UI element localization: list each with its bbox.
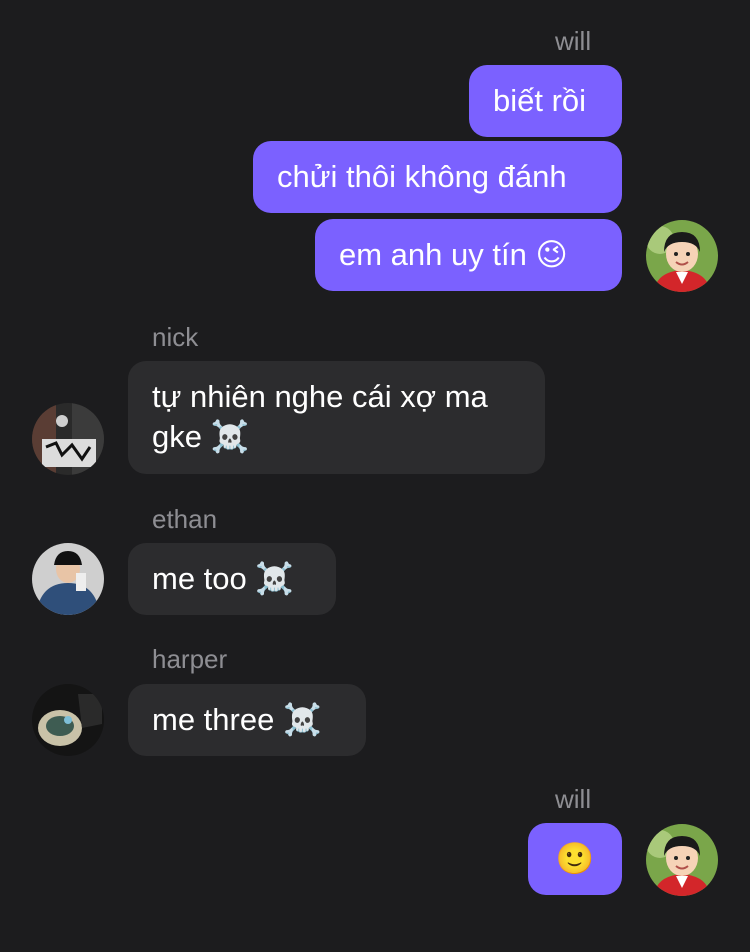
smile-emoji-icon: 🙂 (555, 841, 595, 877)
avatar-will[interactable] (646, 220, 718, 292)
skull-emoji-icon: ☠️ (210, 419, 250, 455)
sender-name-will: will (555, 784, 592, 814)
avatar-harper[interactable] (32, 684, 104, 756)
message-text: me three (152, 702, 275, 737)
child-photo-avatar-icon (646, 824, 718, 896)
sender-name-ethan: ethan (152, 504, 218, 534)
message-text: tự nhiên nghe cái xợ ma gke (152, 379, 488, 454)
skull-emoji-icon: ☠️ (282, 702, 322, 738)
message-text: me too (152, 561, 247, 596)
message-text: em anh uy tín (339, 237, 527, 272)
message-bubble[interactable]: 🙂 (528, 823, 622, 895)
message-bubble[interactable]: chửi thôi không đánh (253, 141, 622, 213)
message-bubble[interactable]: me too ☠️ (128, 543, 336, 615)
child-photo-avatar-icon (646, 220, 718, 292)
avatar-will[interactable] (646, 824, 718, 896)
message-bubble[interactable]: tự nhiên nghe cái xợ ma gke ☠️ (128, 361, 545, 474)
object-photo-avatar-icon (32, 684, 104, 756)
avatar-nick[interactable] (32, 403, 104, 475)
graffiti-photo-avatar-icon (32, 403, 104, 475)
sender-name-nick: nick (152, 322, 199, 352)
sender-name-will: will (555, 26, 592, 56)
message-text: chửi thôi không đánh (277, 159, 567, 194)
message-bubble[interactable]: em anh uy tín 😉 (315, 219, 622, 291)
sender-name-harper: harper (152, 644, 228, 674)
wink-emoji-icon: 😉 (535, 237, 568, 273)
skull-emoji-icon: ☠️ (255, 561, 295, 597)
message-bubble[interactable]: me three ☠️ (128, 684, 366, 756)
avatar-ethan[interactable] (32, 543, 104, 615)
message-bubble[interactable]: biết rồi (469, 65, 622, 137)
message-text: biết rồi (493, 83, 587, 118)
person-photo-avatar-icon (32, 543, 104, 615)
